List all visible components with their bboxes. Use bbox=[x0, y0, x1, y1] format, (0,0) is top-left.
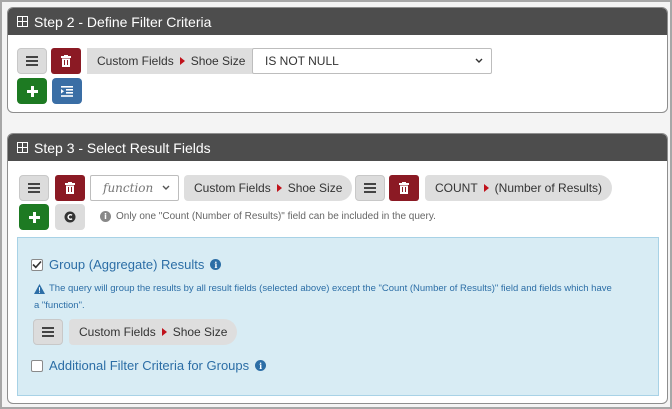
add-group-button[interactable] bbox=[52, 78, 82, 104]
plus-icon bbox=[26, 85, 38, 97]
group-results-label[interactable]: Group (Aggregate) Results bbox=[49, 257, 204, 272]
step2-title: Step 2 - Define Filter Criteria bbox=[34, 13, 212, 30]
chevron-down-icon bbox=[475, 58, 483, 63]
field2-menu-button[interactable] bbox=[355, 175, 385, 201]
add-criteria-button[interactable] bbox=[17, 78, 47, 104]
field1-function-placeholder: function bbox=[103, 181, 154, 195]
field2-group: COUNT bbox=[435, 181, 478, 195]
step3-panel: Step 3 - Select Result Fields function C… bbox=[7, 133, 668, 404]
group-results-checkbox[interactable] bbox=[31, 258, 43, 271]
step2-header: Step 2 - Define Filter Criteria bbox=[8, 8, 667, 35]
group-field-breadcrumb[interactable]: Custom Fields Shoe Size bbox=[69, 319, 238, 345]
trash-icon bbox=[61, 55, 71, 67]
info-icon[interactable]: i bbox=[255, 360, 267, 371]
field1-group: Custom Fields bbox=[194, 181, 271, 195]
criteria-operator-value: IS NOT NULL bbox=[265, 54, 339, 68]
indent-icon bbox=[61, 85, 73, 97]
app-frame: Step 2 - Define Filter Criteria Custom F… bbox=[0, 0, 672, 409]
criteria-menu-button[interactable] bbox=[17, 48, 47, 74]
trash-icon bbox=[65, 182, 75, 194]
step2-panel: Step 2 - Define Filter Criteria Custom F… bbox=[7, 7, 668, 113]
criteria-field-name: Shoe Size bbox=[190, 54, 246, 68]
field2-breadcrumb[interactable]: COUNT (Number of Results) bbox=[425, 175, 613, 201]
field1-name: Shoe Size bbox=[287, 181, 343, 195]
criteria-field-group: Custom Fields bbox=[97, 54, 174, 68]
check-icon bbox=[32, 260, 42, 269]
warning-icon bbox=[34, 284, 45, 294]
field2-delete-button[interactable] bbox=[389, 175, 419, 201]
grid-icon bbox=[17, 142, 28, 153]
caret-right-icon bbox=[179, 57, 185, 65]
info-icon: i bbox=[100, 211, 111, 222]
caret-right-icon bbox=[161, 328, 167, 336]
group-field-group: Custom Fields bbox=[79, 325, 156, 339]
group-field-menu-button[interactable] bbox=[33, 319, 63, 345]
group-results-box: Group (Aggregate) Results i The query wi… bbox=[17, 237, 659, 396]
group-desc-line1: The query will group the results by all … bbox=[49, 283, 612, 294]
chevron-down-icon bbox=[162, 185, 170, 190]
info-icon[interactable]: i bbox=[210, 259, 222, 270]
additional-filter-row: Additional Filter Criteria for Groups i bbox=[31, 358, 267, 373]
plus-icon bbox=[28, 211, 40, 223]
field1-function-select[interactable]: function bbox=[90, 175, 179, 201]
trash-icon bbox=[399, 182, 409, 194]
criteria-field-breadcrumb[interactable]: Custom Fields Shoe Size bbox=[87, 48, 256, 74]
menu-icon bbox=[26, 56, 38, 66]
field1-menu-button[interactable] bbox=[19, 175, 49, 201]
group-desc-line2: a "function". bbox=[34, 300, 85, 311]
caret-right-icon bbox=[276, 184, 282, 192]
menu-icon bbox=[42, 327, 54, 337]
step3-header: Step 3 - Select Result Fields bbox=[8, 134, 667, 161]
field2-name: (Number of Results) bbox=[494, 181, 603, 195]
step3-title: Step 3 - Select Result Fields bbox=[34, 139, 211, 156]
field1-breadcrumb[interactable]: Custom Fields Shoe Size bbox=[184, 175, 353, 201]
caret-right-icon bbox=[483, 184, 489, 192]
count-note: i Only one "Count (Number of Results)" f… bbox=[100, 211, 436, 222]
field1-delete-button[interactable] bbox=[55, 175, 85, 201]
grid-icon bbox=[17, 16, 28, 27]
group-field-name: Shoe Size bbox=[172, 325, 228, 339]
criteria-delete-button[interactable] bbox=[51, 48, 81, 74]
add-field-button[interactable] bbox=[19, 204, 49, 230]
additional-filter-checkbox[interactable] bbox=[31, 359, 43, 372]
group-results-description: The query will group the results by all … bbox=[34, 282, 654, 313]
add-count-button[interactable] bbox=[55, 204, 85, 230]
group-results-row: Group (Aggregate) Results i bbox=[31, 257, 222, 272]
count-note-text: Only one "Count (Number of Results)" fie… bbox=[116, 211, 436, 222]
menu-icon bbox=[28, 183, 40, 193]
additional-filter-label[interactable]: Additional Filter Criteria for Groups bbox=[49, 358, 249, 373]
criteria-operator-select[interactable]: IS NOT NULL bbox=[252, 48, 492, 74]
copyright-icon bbox=[64, 211, 76, 223]
menu-icon bbox=[364, 183, 376, 193]
